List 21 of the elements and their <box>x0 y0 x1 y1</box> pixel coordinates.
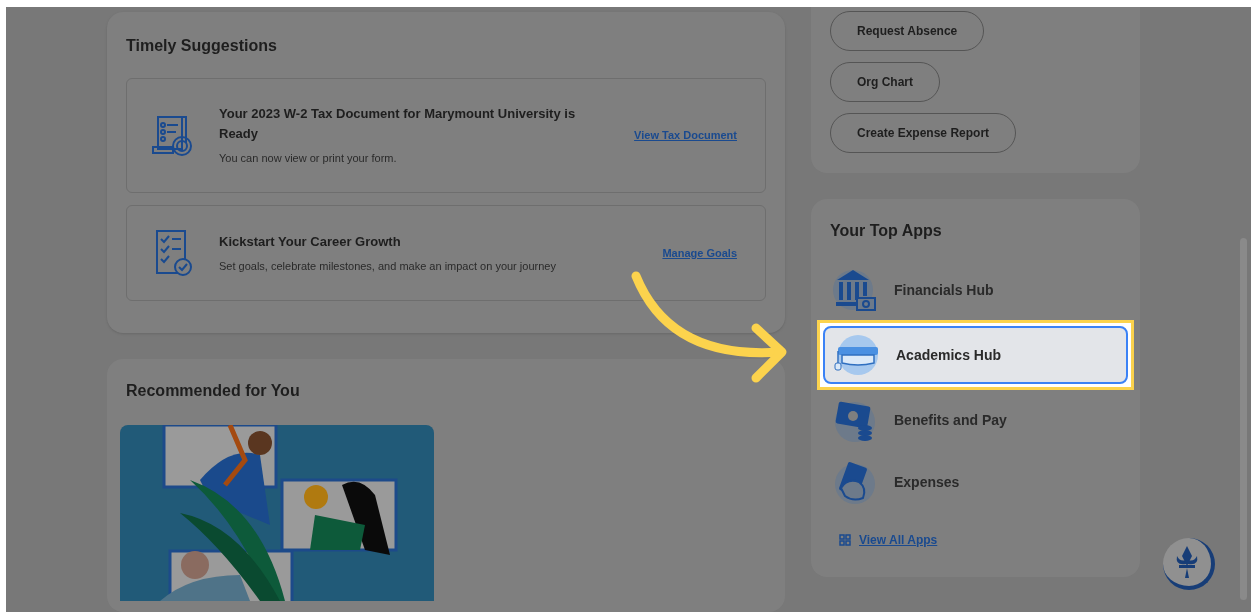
suggestion-description: Set goals, celebrate milestones, and make an impact on your journey <box>219 258 557 274</box>
grid-icon <box>839 534 851 546</box>
app-item[interactable]: Academics Hub <box>823 326 1128 384</box>
suggestion-link[interactable]: Manage Goals <box>662 244 737 262</box>
fleur-de-lis-icon <box>1175 546 1199 578</box>
app-item[interactable]: Expenses <box>821 453 1130 511</box>
assistant-button[interactable] <box>1163 538 1215 590</box>
view-all-apps-link[interactable]: View All Apps <box>839 531 1130 549</box>
suggestion-description: You can now view or print your form. <box>219 151 398 167</box>
card-title: Your Top Apps <box>830 221 943 241</box>
card-title: Recommended for You <box>126 381 301 401</box>
app-item[interactable]: Benefits and Pay <box>821 391 1130 449</box>
checklist-icon <box>153 229 193 277</box>
suggestion-title: Your 2023 W-2 Tax Document for Marymount University is Ready <box>219 105 577 144</box>
suggestion-title: Kickstart Your Career Growth <box>219 232 402 251</box>
card-title: Timely Suggestions <box>126 36 278 56</box>
graduation-cap-icon <box>834 333 880 377</box>
app-item[interactable]: Financials Hub <box>821 261 1130 319</box>
suggestion-link[interactable]: View Tax Document <box>634 127 737 144</box>
hand-money-icon <box>833 460 877 504</box>
bank-icon <box>833 268 877 312</box>
